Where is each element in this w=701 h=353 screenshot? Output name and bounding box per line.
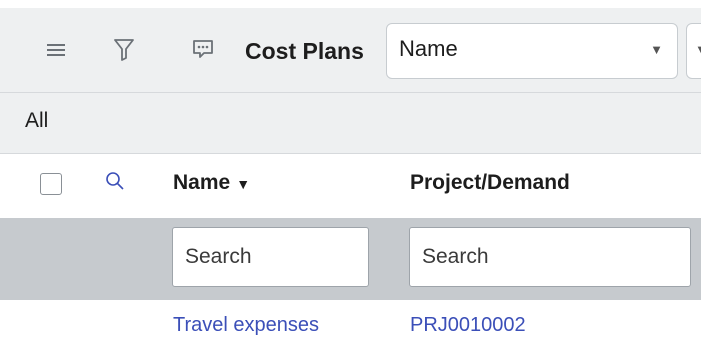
select-all-checkbox[interactable] — [40, 173, 62, 195]
breadcrumb: All — [0, 93, 701, 154]
sort-down-icon: ▼ — [236, 176, 251, 192]
field-select[interactable]: Name ▼ — [386, 23, 678, 79]
row-project-link[interactable]: PRJ0010002 — [410, 314, 526, 337]
breadcrumb-all[interactable]: All — [25, 109, 48, 133]
page-title: Cost Plans — [245, 38, 364, 64]
column-header-row: Name ▼ Project/Demand — [0, 154, 701, 218]
caret-down-icon: ▼ — [695, 42, 701, 57]
search-input-partial[interactable]: ▼ — [686, 23, 701, 79]
funnel-filter-icon[interactable] — [112, 36, 136, 64]
row-name-link[interactable]: Travel expenses — [173, 314, 319, 337]
search-icon[interactable] — [105, 171, 125, 196]
name-search-input[interactable] — [172, 227, 369, 287]
chat-bubble-icon[interactable] — [190, 36, 216, 64]
list-header: Cost Plans Name ▼ ▼ — [0, 8, 701, 93]
table-row: Travel expenses PRJ0010002 — [0, 300, 701, 353]
caret-down-icon: ▼ — [650, 42, 663, 57]
column-name-label: Name — [173, 171, 231, 194]
column-header-name[interactable]: Name ▼ — [173, 171, 250, 195]
field-select-value: Name — [399, 36, 458, 61]
top-strip — [0, 0, 701, 8]
column-header-project-demand[interactable]: Project/Demand — [410, 171, 570, 195]
project-search-input[interactable] — [409, 227, 691, 287]
hamburger-menu-icon[interactable] — [45, 36, 67, 64]
column-search-row — [0, 218, 701, 300]
